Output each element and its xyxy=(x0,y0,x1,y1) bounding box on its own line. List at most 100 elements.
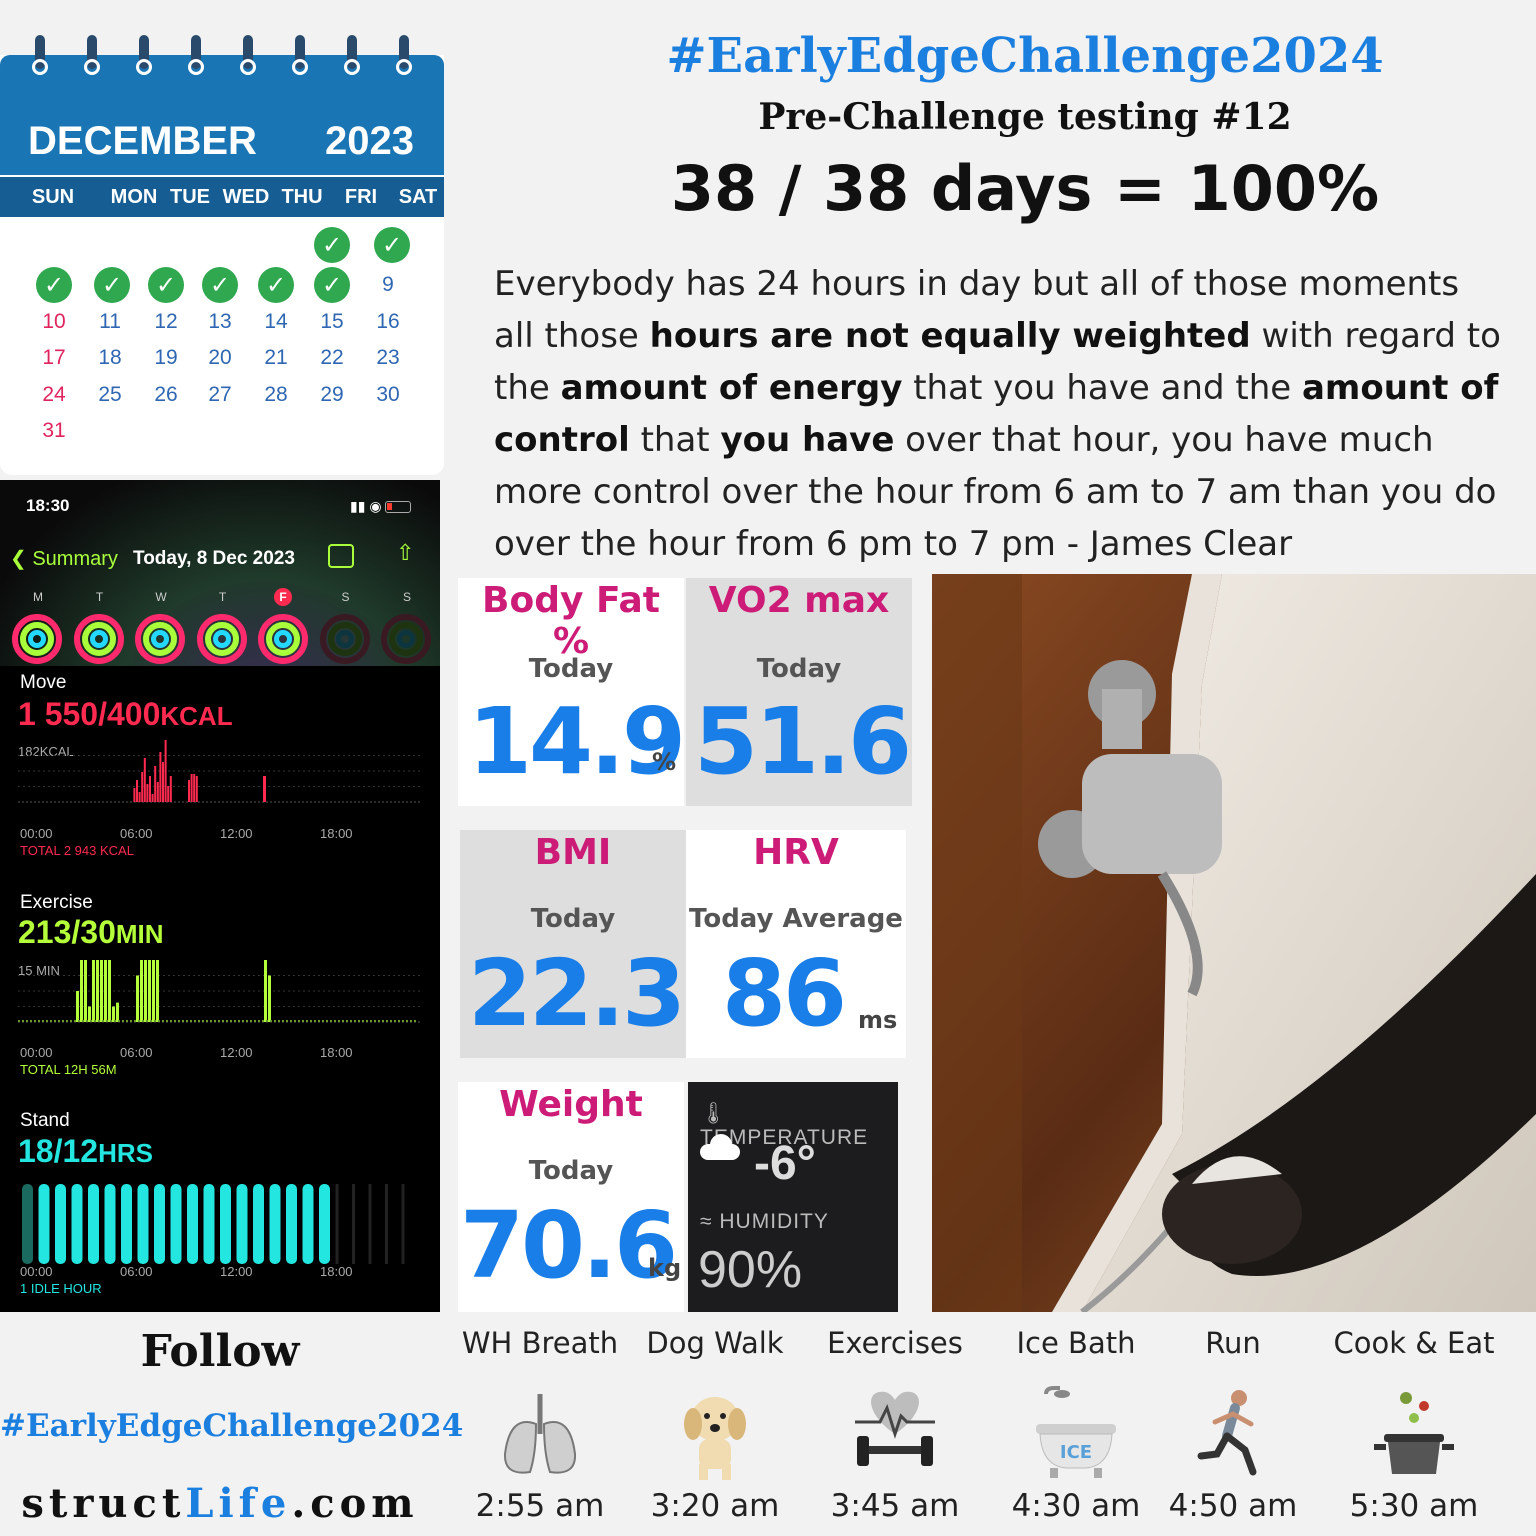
chart-axis-label: 06:00 xyxy=(120,826,153,841)
activity-time: 3:45 am xyxy=(830,1488,960,1524)
exercise-tick xyxy=(62,1020,64,1022)
exercise-tick xyxy=(366,1020,368,1022)
exercise-tick xyxy=(70,1020,72,1022)
calendar-day: 17 xyxy=(42,346,66,369)
back-button[interactable]: ❮ Summary xyxy=(10,546,118,571)
lungs-icon xyxy=(503,1394,577,1474)
exercise-tick xyxy=(22,1020,24,1022)
exercise-bar xyxy=(268,975,271,1022)
cooking-pot-icon xyxy=(1374,1392,1454,1474)
website-link[interactable]: structLife.com xyxy=(0,1480,440,1527)
exercise-tick xyxy=(214,1020,216,1022)
exercise-tick xyxy=(206,1020,208,1022)
exercise-tick xyxy=(94,1020,96,1022)
activity-ring-icon[interactable] xyxy=(319,614,370,664)
exercise-tick xyxy=(246,1020,248,1022)
move-bar xyxy=(133,788,136,802)
stand-bar-idle xyxy=(335,1184,339,1264)
move-bar xyxy=(188,780,190,802)
follow-hashtag[interactable]: #EarlyEdgeChallenge2024 xyxy=(0,1408,463,1444)
calendar-day: 9 xyxy=(382,273,394,296)
activity-exercises: Exercises 3:45 am xyxy=(805,1326,985,1524)
vo2-name: VO2 max xyxy=(708,580,890,621)
exercise-tick xyxy=(138,1020,140,1022)
exercise-tick xyxy=(230,1020,232,1022)
week-day-letter: F xyxy=(274,588,292,606)
exercise-tick xyxy=(294,1020,296,1022)
hrv-value: 86 xyxy=(722,940,847,1047)
exercise-bar xyxy=(264,960,267,1022)
activity-ring-icon[interactable] xyxy=(381,614,431,664)
exercise-tick xyxy=(382,1020,384,1022)
calendar-weekdays: SUN MON TUE WED THU FRI SAT xyxy=(0,177,444,217)
weight-value: 70.6 xyxy=(460,1192,678,1299)
activity-name: WH Breath xyxy=(461,1326,619,1360)
calendar-ring xyxy=(344,35,360,79)
exercise-tick xyxy=(182,1020,184,1022)
wind-icon: ≈ xyxy=(700,1210,713,1233)
activity-name: Run xyxy=(1205,1326,1261,1360)
move-bar xyxy=(151,794,154,802)
exercise-tick xyxy=(234,1020,236,1022)
calendar-day: 20 xyxy=(208,346,232,369)
activity-ring-icon[interactable] xyxy=(258,614,308,664)
check-icon: ✓ xyxy=(202,267,238,303)
exercise-bar xyxy=(156,960,159,1022)
exercise-tick xyxy=(78,1020,80,1022)
activity-time: 3:20 am xyxy=(650,1488,780,1524)
svg-text:ICE: ICE xyxy=(1060,1442,1092,1463)
exercise-bar xyxy=(100,960,103,1022)
exercise-tick xyxy=(26,1020,28,1022)
exercise-tick xyxy=(414,1020,416,1022)
activity-ring-icon[interactable] xyxy=(73,614,124,664)
fitness-app-screenshot: 18:30 ▮▮ ◉ ❮ Summary Today, 8 Dec 2023 ⇧… xyxy=(0,480,440,1312)
exercise-tick xyxy=(314,1020,316,1022)
exercise-tick xyxy=(210,1020,212,1022)
week-day-letter: T xyxy=(218,590,227,604)
activity-dog-walk: Dog Walk 3:20 am xyxy=(625,1326,805,1524)
check-icon: ✓ xyxy=(148,267,184,303)
exercise-tick xyxy=(114,1020,116,1022)
chart-axis-label: 06:00 xyxy=(120,1045,153,1060)
share-icon[interactable]: ⇧ xyxy=(396,540,414,566)
hrv-name: HRV xyxy=(753,832,839,873)
calendar-day: 30 xyxy=(376,382,400,406)
calendar-day: 26 xyxy=(154,382,178,406)
activity-ring-icon[interactable] xyxy=(135,614,185,664)
check-icon: ✓ xyxy=(314,227,350,263)
exercise-tick xyxy=(74,1020,76,1022)
exercise-tick xyxy=(38,1020,40,1022)
activity-ring-icon[interactable] xyxy=(12,614,62,664)
status-time: 18:30 xyxy=(26,496,70,515)
exercise-bar xyxy=(88,1006,91,1022)
chart-axis-label: 18:00 xyxy=(320,1045,353,1060)
activity-cook-eat: Cook & Eat 5:30 am xyxy=(1324,1326,1504,1524)
exercise-bar xyxy=(136,975,139,1022)
exercise-tick xyxy=(198,1020,200,1022)
exercise-tick xyxy=(238,1020,240,1022)
move-bar xyxy=(162,762,164,802)
exercise-bar xyxy=(148,960,151,1022)
weekday-sun: SUN xyxy=(31,186,75,208)
stand-bar xyxy=(121,1184,132,1264)
calendar-icon[interactable] xyxy=(328,544,354,568)
vo2-tile: VO2 max Today 51.6 xyxy=(686,578,912,806)
week-day-letter: M xyxy=(33,590,43,604)
stand-chart xyxy=(22,1184,405,1264)
stand-bar xyxy=(22,1184,33,1264)
bmi-name: BMI xyxy=(534,832,612,873)
check-icon: ✓ xyxy=(314,267,350,303)
move-bar xyxy=(143,758,146,802)
activity-run: Run 4:50 am xyxy=(1143,1326,1323,1524)
ice-bath-icon: ICE xyxy=(1036,1386,1116,1478)
stand-bar xyxy=(154,1184,165,1264)
exercise-tick xyxy=(270,1020,272,1022)
activity-ring-icon[interactable] xyxy=(196,614,247,664)
exercise-tick xyxy=(186,1020,188,1022)
move-bar xyxy=(164,740,167,802)
activity-time: 5:30 am xyxy=(1349,1488,1479,1524)
stand-bar xyxy=(286,1184,297,1264)
exercise-tick xyxy=(202,1020,204,1022)
exercise-tick xyxy=(266,1020,268,1022)
exercise-tick xyxy=(354,1020,356,1022)
